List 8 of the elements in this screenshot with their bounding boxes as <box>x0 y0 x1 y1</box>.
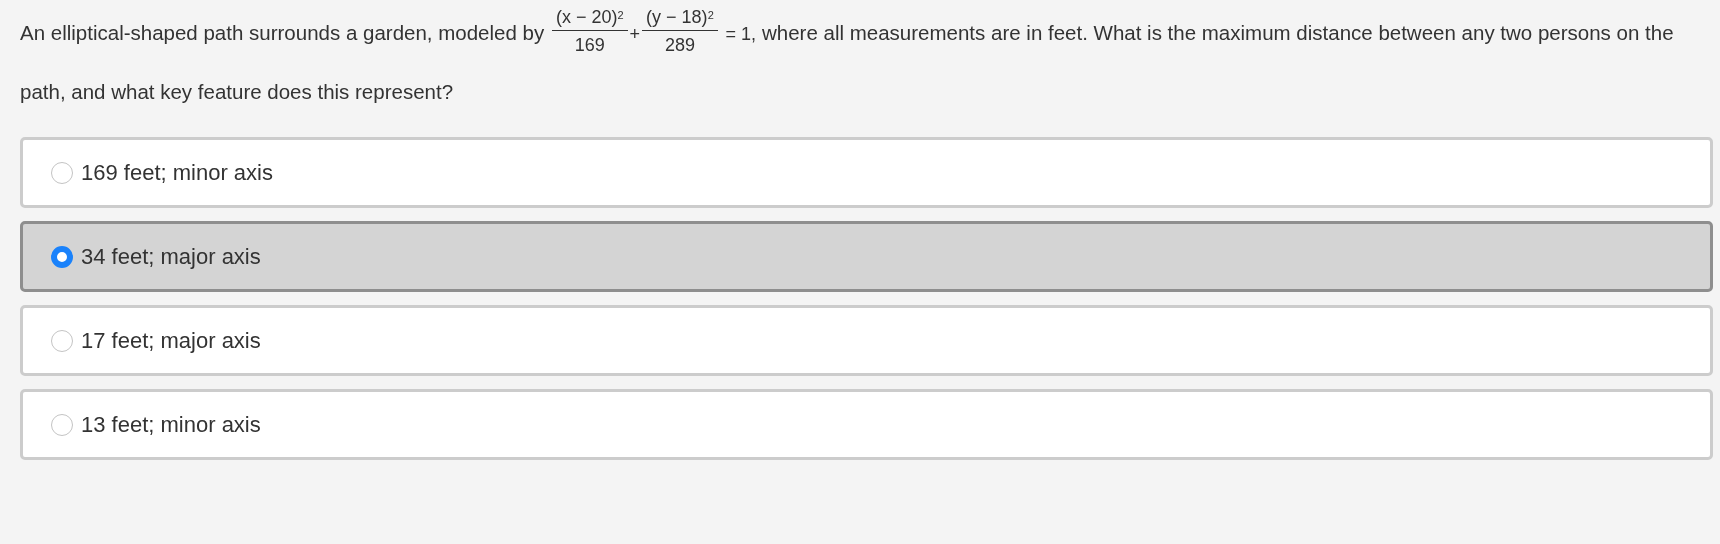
radio-button[interactable] <box>51 329 73 352</box>
answer-option[interactable]: 34 feet; major axis <box>20 221 1713 292</box>
radio-button[interactable] <box>51 245 73 268</box>
radio-button[interactable] <box>51 413 73 436</box>
answer-option[interactable]: 169 feet; minor axis <box>20 137 1713 208</box>
answer-option[interactable]: 13 feet; minor axis <box>20 389 1713 460</box>
radio-button[interactable] <box>51 161 73 184</box>
answer-option[interactable]: 17 feet; major axis <box>20 305 1713 376</box>
